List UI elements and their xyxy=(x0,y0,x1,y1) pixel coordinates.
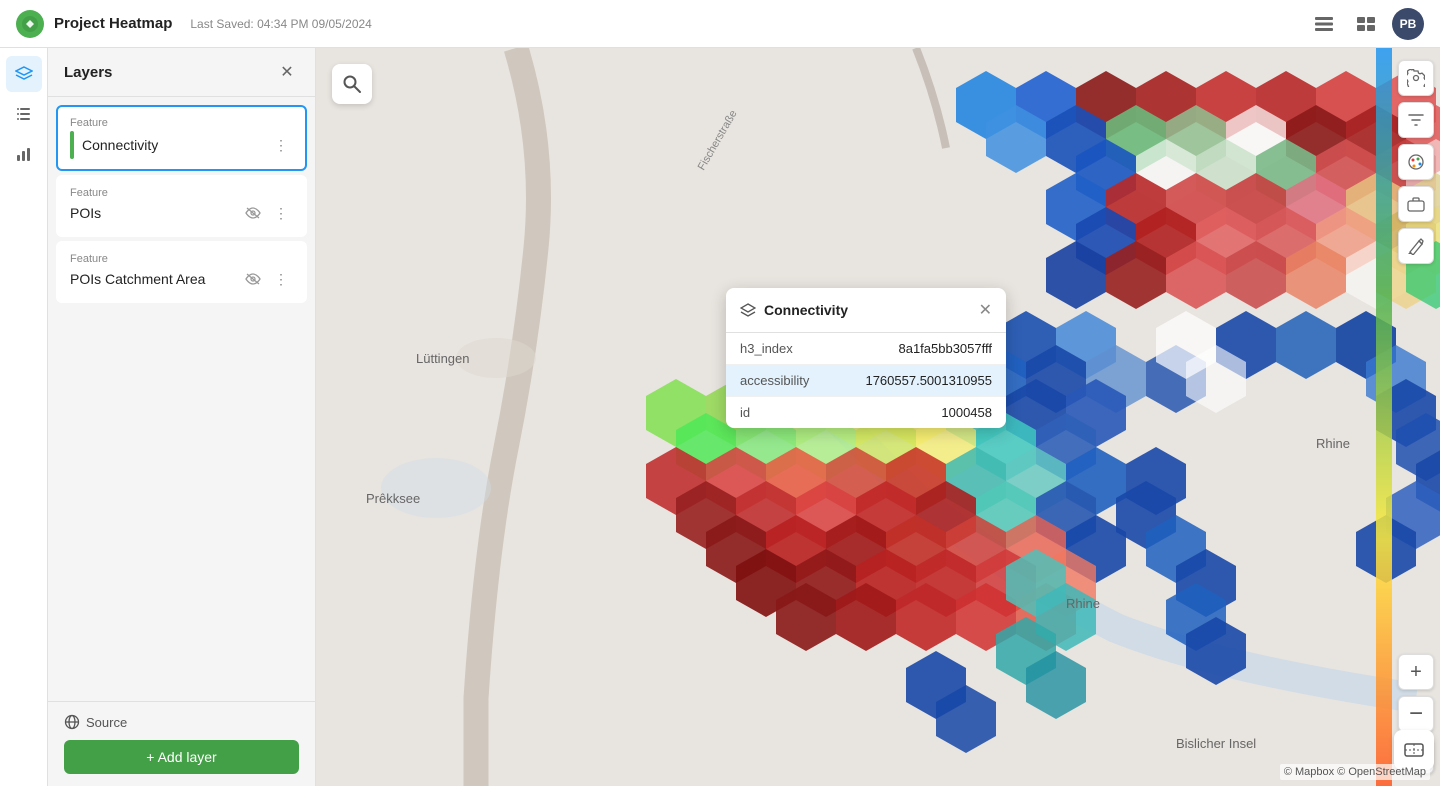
layer-menu-btn-3[interactable]: ⋮ xyxy=(269,267,293,291)
layer-item-connectivity[interactable]: Feature Connectivity ⋮ xyxy=(56,105,307,171)
popup-header: Connectivity ✕ xyxy=(726,288,1006,333)
map-zoom-in-button[interactable]: + xyxy=(1398,654,1434,690)
layers-close-button[interactable]: ✕ xyxy=(275,60,299,84)
popup-val-id: 1000458 xyxy=(941,405,992,420)
map-suitcase-button[interactable] xyxy=(1398,186,1434,222)
popup-row-accessibility: accessibility 1760557.5001310955 xyxy=(726,365,1006,397)
app-logo xyxy=(16,10,44,38)
layers-footer: Source + Add layer xyxy=(48,701,315,786)
layers-panel-title: Layers xyxy=(64,64,275,81)
map-area[interactable]: Lüttingen Prêkksee Rhine Rhine Bislicher… xyxy=(316,48,1440,786)
layers-header: Layers ✕ xyxy=(48,48,315,97)
map-zoom-out-button[interactable]: − xyxy=(1398,696,1434,732)
popup-row-id: id 1000458 xyxy=(726,397,1006,428)
map-search-button[interactable] xyxy=(332,64,372,104)
add-layer-button[interactable]: + Add layer xyxy=(64,740,299,774)
layer-name-2: POIs xyxy=(70,205,233,221)
layer-type-3: Feature xyxy=(70,253,293,265)
header: Project Heatmap Last Saved: 04:34 PM 09/… xyxy=(0,0,1440,48)
map-palette-button[interactable] xyxy=(1398,144,1434,180)
popup-key-id: id xyxy=(740,405,941,420)
layer-menu-btn-2[interactable]: ⋮ xyxy=(269,201,293,225)
layer-name-1: Connectivity xyxy=(82,137,261,153)
last-saved: Last Saved: 04:34 PM 09/05/2024 xyxy=(190,17,371,31)
map-settings-button[interactable] xyxy=(1398,60,1434,96)
svg-text:Lüttingen: Lüttingen xyxy=(416,351,470,366)
source-row: Source xyxy=(64,714,299,730)
sidebar-icon-list[interactable] xyxy=(6,96,42,132)
sidebar-icon-layers[interactable] xyxy=(6,56,42,92)
popup-key-h3index: h3_index xyxy=(740,341,898,356)
popup-title: Connectivity xyxy=(764,302,971,318)
table-icon[interactable] xyxy=(1308,8,1340,40)
popup-key-accessibility: accessibility xyxy=(740,373,865,388)
layer-menu-btn-1[interactable]: ⋮ xyxy=(269,133,293,157)
layer-color-indicator-1 xyxy=(70,131,74,159)
popup-row-h3index: h3_index 8a1fa5bb3057fff xyxy=(726,333,1006,365)
svg-text:Prêkksee: Prêkksee xyxy=(366,491,420,506)
layer-visibility-btn-2[interactable] xyxy=(241,201,265,225)
layer-type-2: Feature xyxy=(70,187,293,199)
project-title: Project Heatmap xyxy=(54,15,172,32)
map-filter-button[interactable] xyxy=(1398,102,1434,138)
svg-text:Rhine: Rhine xyxy=(1316,436,1350,451)
svg-text:Bislicher Insel: Bislicher Insel xyxy=(1176,736,1256,751)
user-avatar[interactable]: PB xyxy=(1392,8,1424,40)
layer-item-pois[interactable]: Feature POIs ⋮ xyxy=(56,175,307,237)
source-label: Source xyxy=(86,715,127,730)
color-scale-strip xyxy=(1376,48,1392,786)
layers-list: Feature Connectivity ⋮ Feature POIs ⋮ xyxy=(48,97,315,701)
sidebar-icon-chart[interactable] xyxy=(6,136,42,172)
map-draw-button[interactable] xyxy=(1398,228,1434,264)
popup-val-accessibility: 1760557.5001310955 xyxy=(865,373,992,388)
layer-item-pois-catchment[interactable]: Feature POIs Catchment Area ⋮ xyxy=(56,241,307,303)
popup-val-h3index: 8a1fa5bb3057fff xyxy=(898,341,992,356)
layer-visibility-btn-3[interactable] xyxy=(241,267,265,291)
map-attribution: © Mapbox © OpenStreetMap xyxy=(1280,764,1430,780)
layer-type-1: Feature xyxy=(70,117,293,129)
svg-text:Rhine: Rhine xyxy=(1066,596,1100,611)
layers-panel: Layers ✕ Feature Connectivity ⋮ Feature … xyxy=(48,48,316,786)
feature-popup: Connectivity ✕ h3_index 8a1fa5bb3057fff … xyxy=(726,288,1006,428)
left-sidebar-icons xyxy=(0,48,48,786)
grid-icon[interactable] xyxy=(1350,8,1382,40)
layer-name-3: POIs Catchment Area xyxy=(70,271,233,287)
map-background: Lüttingen Prêkksee Rhine Rhine Bislicher… xyxy=(316,48,1440,786)
popup-close-button[interactable]: ✕ xyxy=(979,300,992,320)
